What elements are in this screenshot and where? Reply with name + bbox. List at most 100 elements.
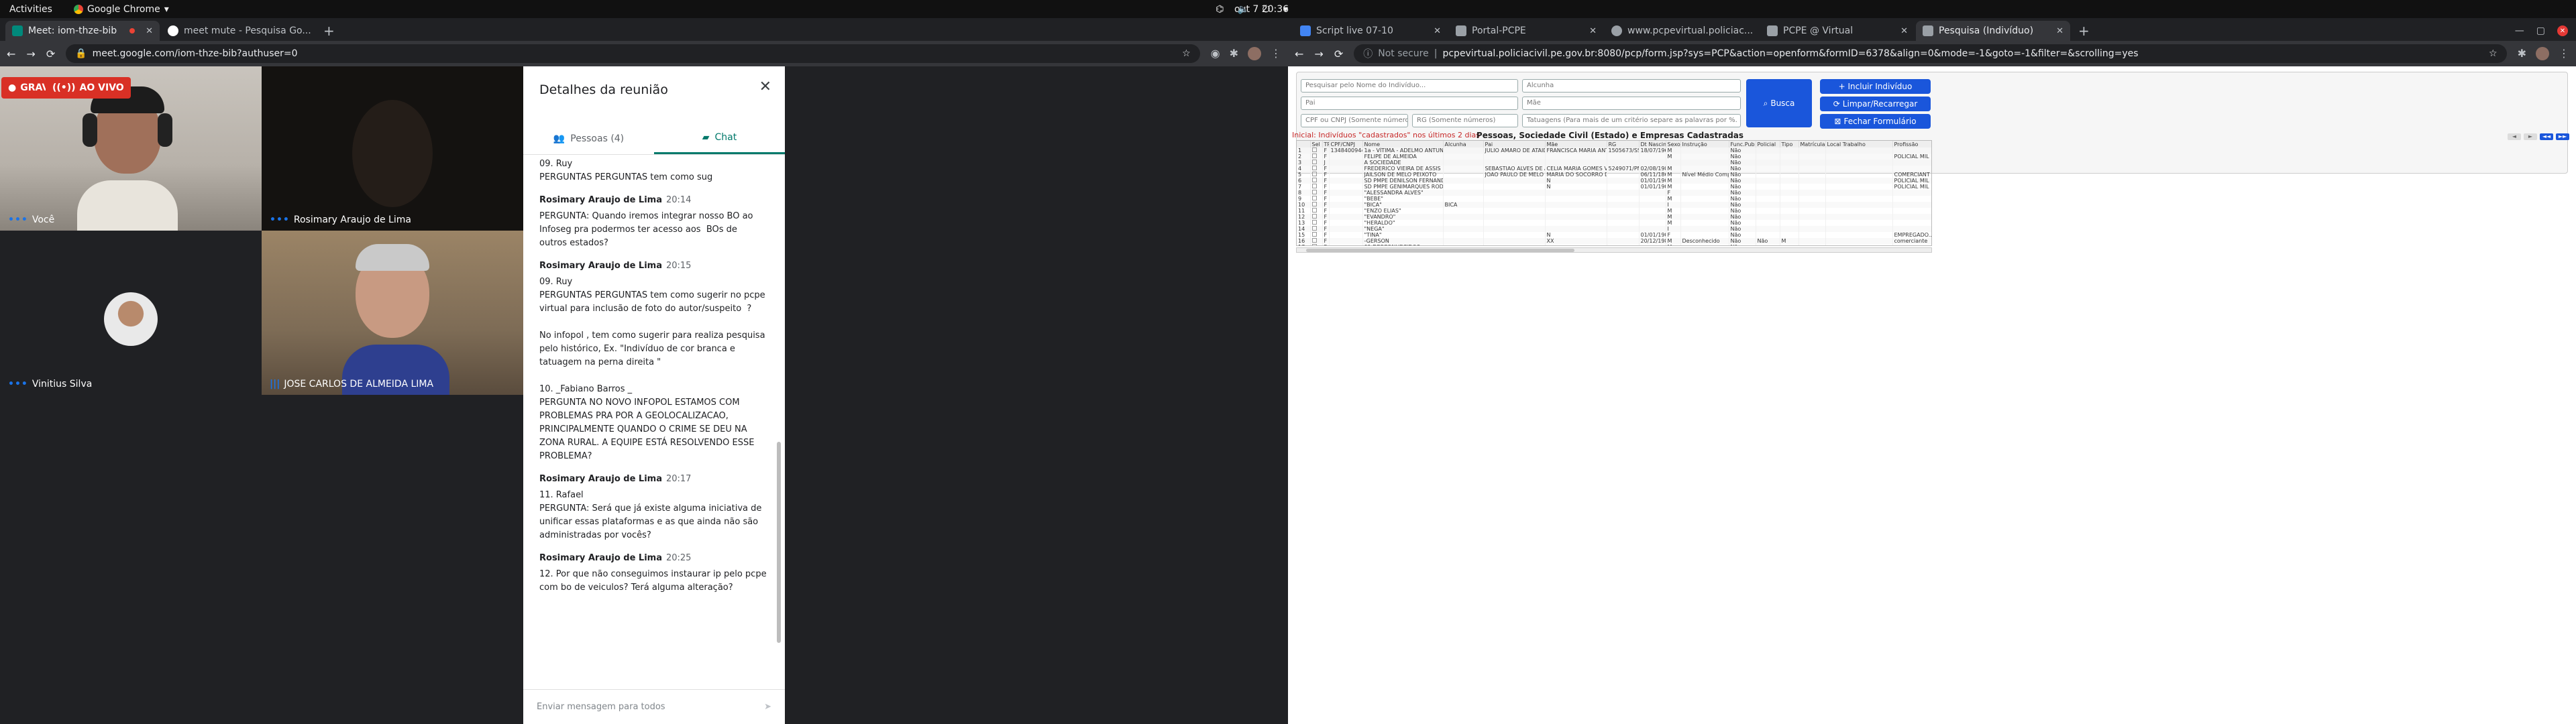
close-window-icon[interactable]: ✕ — [2557, 25, 2568, 36]
app-menu[interactable]: Google Chrome ▾ — [74, 4, 169, 15]
row-checkbox[interactable] — [1311, 154, 1317, 158]
avatar[interactable] — [1248, 47, 1261, 60]
table-row[interactable]: 5 F JAILSON DE MELO PEIXOTO JOAO PAULO DE M… — [1297, 172, 1931, 178]
tab-pcpe-virtual[interactable]: PCPE @ Virtual ✕ — [1760, 21, 1915, 41]
column-header[interactable]: Nome — [1362, 141, 1444, 147]
pager-last-icon[interactable]: ►► — [2556, 133, 2569, 140]
table-row[interactable]: 11 F "ENZO ELIAS" M Não — [1297, 208, 1931, 214]
forward-icon[interactable]: → — [26, 48, 35, 60]
table-row[interactable]: 9 F "BEBE" M Não — [1297, 196, 1931, 202]
tab-script-live[interactable]: Script live 07-10 ✕ — [1293, 21, 1448, 41]
tab-google-search[interactable]: meet mute - Pesquisa Go... ✕ — [161, 21, 315, 41]
row-checkbox[interactable] — [1311, 244, 1317, 245]
table-row[interactable]: 1 F134840094441a - VÍTIMA - ADELMO ANTUNE… — [1297, 147, 1931, 154]
scroll-thumb[interactable] — [1306, 249, 1574, 252]
video-tile-self[interactable]: ● GRAVANDO ((•)) AO VIVO ••• Você — [0, 66, 262, 231]
system-tray[interactable]: ⌬ 🔈 ⏻ ▾ — [1216, 4, 1288, 15]
puzzle-icon[interactable]: ✱ — [2518, 47, 2526, 60]
column-header[interactable]: Pai — [1483, 141, 1546, 147]
limpar-button[interactable]: ⟳ Limpar/Recarregar — [1820, 97, 1931, 111]
table-row[interactable]: 4 F FREDERICO VIEIRA DE ASSIS SEBASTIAO ALV… — [1297, 166, 1931, 172]
chat-scrollbar[interactable] — [777, 442, 781, 643]
table-row[interactable]: 15F"TINA"N01/01/1900FNãoEMPREGADO... — [1297, 232, 1931, 238]
column-header[interactable]: Alcunha — [1443, 141, 1484, 147]
pager-prev-icon[interactable]: ◄ — [2508, 133, 2521, 140]
minimize-icon[interactable]: — — [2515, 25, 2524, 36]
cpf-field[interactable]: CPF ou CNPJ (Somente números) — [1301, 114, 1408, 127]
close-icon[interactable]: ✕ — [759, 78, 771, 95]
column-header[interactable]: Instrução — [1680, 141, 1729, 147]
column-header[interactable]: Func.Pub — [1729, 141, 1756, 147]
close-tab-icon[interactable]: ✕ — [146, 26, 153, 36]
row-checkbox[interactable] — [1311, 147, 1317, 152]
mae-field[interactable]: Mãe — [1522, 97, 1741, 110]
close-tab-icon[interactable]: ✕ — [1758, 26, 1759, 36]
maximize-icon[interactable]: ▢ — [2536, 25, 2545, 36]
row-checkbox[interactable] — [1311, 232, 1317, 237]
row-checkbox[interactable] — [1311, 196, 1317, 200]
video-tile-vinitius[interactable]: ••• Vinitius Silva — [0, 231, 262, 395]
table-row[interactable]: 8 F "ALESSANDRA ALVES" F Não — [1297, 190, 1931, 196]
column-header[interactable]: RG — [1607, 141, 1640, 147]
star-icon[interactable]: ☆ — [1182, 48, 1191, 59]
close-tab-icon[interactable]: ✕ — [1589, 26, 1597, 36]
column-header[interactable] — [1297, 141, 1311, 147]
tab-portal-pcpe[interactable]: Portal-PCPE ✕ — [1449, 21, 1603, 41]
table-row[interactable]: 7 F SD PMPE GENIMARQUES RODRIGUES AMO... N 0… — [1297, 184, 1931, 190]
incluir-button[interactable]: + Incluir Indivíduo — [1820, 79, 1931, 94]
rg-field[interactable]: RG (Somente números) — [1412, 114, 1518, 127]
row-checkbox[interactable] — [1311, 214, 1317, 219]
new-tab-button[interactable]: + — [317, 21, 341, 41]
nome-field[interactable]: Pesquisar pelo Nome do Indivíduo... — [1301, 79, 1518, 93]
column-header[interactable]: Sel — [1310, 141, 1323, 147]
pai-field[interactable]: Pai — [1301, 97, 1518, 110]
send-icon[interactable]: ➤ — [764, 702, 771, 712]
back-icon[interactable]: ← — [1295, 48, 1303, 60]
column-header[interactable]: Policial — [1756, 141, 1780, 147]
row-checkbox[interactable] — [1311, 166, 1317, 170]
row-checkbox[interactable] — [1311, 178, 1317, 182]
row-checkbox[interactable] — [1311, 184, 1317, 188]
tab-chat[interactable]: ▰ Chat — [654, 123, 785, 154]
table-row[interactable]: 12 F "EVANDRO" M Não — [1297, 214, 1931, 220]
star-icon[interactable]: ☆ — [2489, 48, 2498, 59]
fechar-button[interactable]: ⊠ Fechar Formulário — [1820, 114, 1931, 129]
activities-button[interactable]: Activities — [9, 4, 52, 15]
close-tab-icon[interactable]: ✕ — [2056, 26, 2063, 36]
column-header[interactable]: Sexo — [1666, 141, 1681, 147]
column-header[interactable]: Tipo — [1780, 141, 1799, 147]
column-header[interactable]: Dt Nascimento — [1639, 141, 1666, 147]
tab-people[interactable]: 👥 Pessoas (4) — [523, 123, 654, 154]
column-header[interactable]: Local Trabalho — [1825, 141, 1893, 147]
video-tile-rosimary[interactable]: ••• Rosimary Araujo de Lima — [262, 66, 523, 231]
column-header[interactable]: CPF/CNPJ — [1329, 141, 1363, 147]
row-checkbox[interactable] — [1311, 238, 1317, 243]
column-header[interactable]: Mãe — [1545, 141, 1607, 147]
camera-icon[interactable]: ◉ — [1211, 47, 1220, 60]
video-tile-jose-carlos[interactable]: ||| JOSE CARLOS DE ALMEIDA LIMA — [262, 231, 523, 395]
new-tab-button[interactable]: + — [2072, 21, 2096, 41]
reload-icon[interactable]: ⟳ — [46, 48, 55, 60]
avatar[interactable] — [2536, 47, 2549, 60]
close-tab-icon[interactable]: ✕ — [1434, 26, 1441, 36]
table-row[interactable]: 16F-GERSONXX20/12/1980MDesconhecidoNãoNã… — [1297, 238, 1931, 244]
table-row[interactable]: 13 F "HERALDO" M Não — [1297, 220, 1931, 226]
row-checkbox[interactable] — [1311, 172, 1317, 176]
table-row[interactable]: 17 F 01 DESCONHECIDOS M Não — [1297, 244, 1931, 245]
horizontal-scrollbar[interactable] — [1296, 247, 1932, 253]
column-header[interactable]: TP — [1322, 141, 1330, 147]
close-tab-icon[interactable]: ✕ — [1900, 26, 1908, 36]
address-bar[interactable]: 🔒 meet.google.com/iom-thze-bib?authuser=… — [66, 44, 1200, 63]
back-icon[interactable]: ← — [7, 48, 15, 60]
busca-button[interactable]: ⌕ Busca — [1746, 79, 1812, 127]
row-checkbox[interactable] — [1311, 160, 1317, 164]
column-header[interactable]: Matrícula — [1799, 141, 1826, 147]
row-checkbox[interactable] — [1311, 202, 1317, 206]
pager-next-icon[interactable]: ► — [2524, 133, 2537, 140]
row-checkbox[interactable] — [1311, 226, 1317, 231]
menu-kebab-icon[interactable]: ⋮ — [1271, 47, 1281, 60]
row-checkbox[interactable] — [1311, 190, 1317, 194]
tab-meet[interactable]: Meet: iom-thze-bib ✕ — [5, 21, 160, 41]
menu-kebab-icon[interactable]: ⋮ — [2559, 47, 2569, 60]
table-row[interactable]: 6 F SD PMPE DENILSON FERNANDES DA SILVA...… — [1297, 178, 1931, 184]
